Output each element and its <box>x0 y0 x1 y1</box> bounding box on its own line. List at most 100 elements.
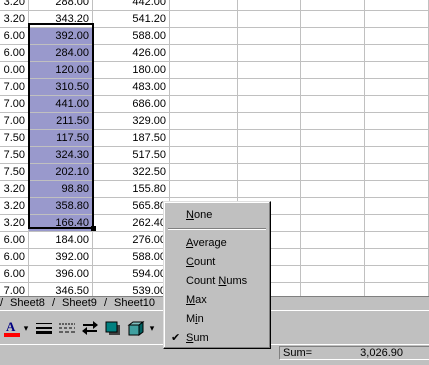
empty-cell[interactable] <box>238 164 301 181</box>
empty-cell[interactable] <box>365 198 429 215</box>
empty-cell[interactable] <box>238 181 301 198</box>
cell[interactable]: 3.20 <box>0 181 29 198</box>
cell[interactable]: 117.50 <box>29 130 93 147</box>
cell[interactable]: 3.20 <box>0 11 29 28</box>
empty-cell[interactable] <box>301 113 365 130</box>
empty-cell[interactable] <box>365 232 429 249</box>
cell[interactable]: 324.30 <box>29 147 93 164</box>
empty-cell[interactable] <box>170 96 238 113</box>
menu-item-min[interactable]: Min <box>186 310 204 328</box>
empty-cell[interactable] <box>170 11 238 28</box>
cell[interactable]: 180.00 <box>93 62 170 79</box>
empty-cell[interactable] <box>365 28 429 45</box>
empty-cell[interactable] <box>365 249 429 266</box>
empty-cell[interactable] <box>301 45 365 62</box>
empty-cell[interactable] <box>301 266 365 283</box>
empty-cell[interactable] <box>301 232 365 249</box>
cell[interactable]: 594.00 <box>93 266 170 283</box>
empty-cell[interactable] <box>365 215 429 232</box>
cell[interactable]: 7.00 <box>0 96 29 113</box>
empty-cell[interactable] <box>301 96 365 113</box>
cell[interactable]: 284.00 <box>29 45 93 62</box>
empty-cell[interactable] <box>238 45 301 62</box>
cell[interactable]: 288.00 <box>29 0 93 11</box>
menu-item-sum[interactable]: Sum <box>186 329 209 347</box>
empty-cell[interactable] <box>301 215 365 232</box>
cell[interactable]: 155.80 <box>93 181 170 198</box>
tab-sheet10[interactable]: Sheet10 <box>108 297 161 310</box>
cell[interactable]: 7.00 <box>0 113 29 130</box>
empty-cell[interactable] <box>365 164 429 181</box>
cell[interactable]: 358.80 <box>29 198 93 215</box>
empty-cell[interactable] <box>365 11 429 28</box>
cell[interactable]: 322.50 <box>93 164 170 181</box>
font-color-dropdown[interactable]: ▾ <box>22 317 30 339</box>
cell[interactable]: 392.00 <box>29 28 93 45</box>
cell[interactable]: 166.40 <box>29 215 93 232</box>
cell[interactable]: 120.00 <box>29 62 93 79</box>
menu-item-count[interactable]: Count <box>186 253 215 271</box>
cell[interactable]: 184.00 <box>29 232 93 249</box>
cell[interactable]: 6.00 <box>0 232 29 249</box>
cell[interactable]: 539.00 <box>93 283 170 296</box>
empty-cell[interactable] <box>365 0 429 11</box>
cell[interactable]: 588.00 <box>93 249 170 266</box>
cell[interactable]: 343.20 <box>29 11 93 28</box>
3d-dropdown[interactable]: ▾ <box>148 317 156 339</box>
cell[interactable]: 211.50 <box>29 113 93 130</box>
cell[interactable]: 442.00 <box>93 0 170 11</box>
empty-cell[interactable] <box>238 28 301 45</box>
dash-style-button[interactable] <box>56 317 78 339</box>
empty-cell[interactable] <box>170 79 238 96</box>
font-color-button[interactable]: A <box>2 317 22 339</box>
empty-cell[interactable] <box>301 283 365 296</box>
cell[interactable]: 686.00 <box>93 96 170 113</box>
empty-cell[interactable] <box>238 113 301 130</box>
empty-cell[interactable] <box>365 62 429 79</box>
cell[interactable]: 483.00 <box>93 79 170 96</box>
cell[interactable]: 6.00 <box>0 266 29 283</box>
empty-cell[interactable] <box>238 96 301 113</box>
cell[interactable]: 517.50 <box>93 147 170 164</box>
empty-cell[interactable] <box>170 164 238 181</box>
empty-cell[interactable] <box>365 147 429 164</box>
cell[interactable]: 7.00 <box>0 79 29 96</box>
cell[interactable]: 6.00 <box>0 28 29 45</box>
cell[interactable]: 3.20 <box>0 215 29 232</box>
cell[interactable]: 202.10 <box>29 164 93 181</box>
empty-cell[interactable] <box>170 130 238 147</box>
empty-cell[interactable] <box>301 0 365 11</box>
empty-cell[interactable] <box>238 62 301 79</box>
empty-cell[interactable] <box>170 181 238 198</box>
empty-cell[interactable] <box>365 96 429 113</box>
empty-cell[interactable] <box>301 164 365 181</box>
empty-cell[interactable] <box>365 266 429 283</box>
empty-cell[interactable] <box>238 130 301 147</box>
empty-cell[interactable] <box>238 11 301 28</box>
empty-cell[interactable] <box>301 130 365 147</box>
cell[interactable]: 7.50 <box>0 164 29 181</box>
cell[interactable]: 187.50 <box>93 130 170 147</box>
cell[interactable]: 346.50 <box>29 283 93 296</box>
empty-cell[interactable] <box>238 79 301 96</box>
empty-cell[interactable] <box>170 147 238 164</box>
cell[interactable]: 3.20 <box>0 198 29 215</box>
empty-cell[interactable] <box>170 113 238 130</box>
tab-sheet8[interactable]: Sheet8 <box>4 297 51 310</box>
menu-item-count-nums[interactable]: Count Nums <box>186 272 247 290</box>
empty-cell[interactable] <box>238 0 301 11</box>
empty-cell[interactable] <box>238 147 301 164</box>
empty-cell[interactable] <box>301 11 365 28</box>
cell[interactable]: 7.00 <box>0 283 29 296</box>
empty-cell[interactable] <box>170 0 238 11</box>
cell[interactable]: 565.80 <box>93 198 170 215</box>
menu-item-max[interactable]: Max <box>186 291 207 309</box>
cell[interactable]: 7.50 <box>0 130 29 147</box>
cell[interactable]: 98.80 <box>29 181 93 198</box>
cell[interactable]: 276.00 <box>93 232 170 249</box>
cell[interactable]: 392.00 <box>29 249 93 266</box>
empty-cell[interactable] <box>365 79 429 96</box>
empty-cell[interactable] <box>301 181 365 198</box>
menu-item-none[interactable]: None <box>186 206 212 224</box>
arrow-style-button[interactable] <box>79 317 101 339</box>
